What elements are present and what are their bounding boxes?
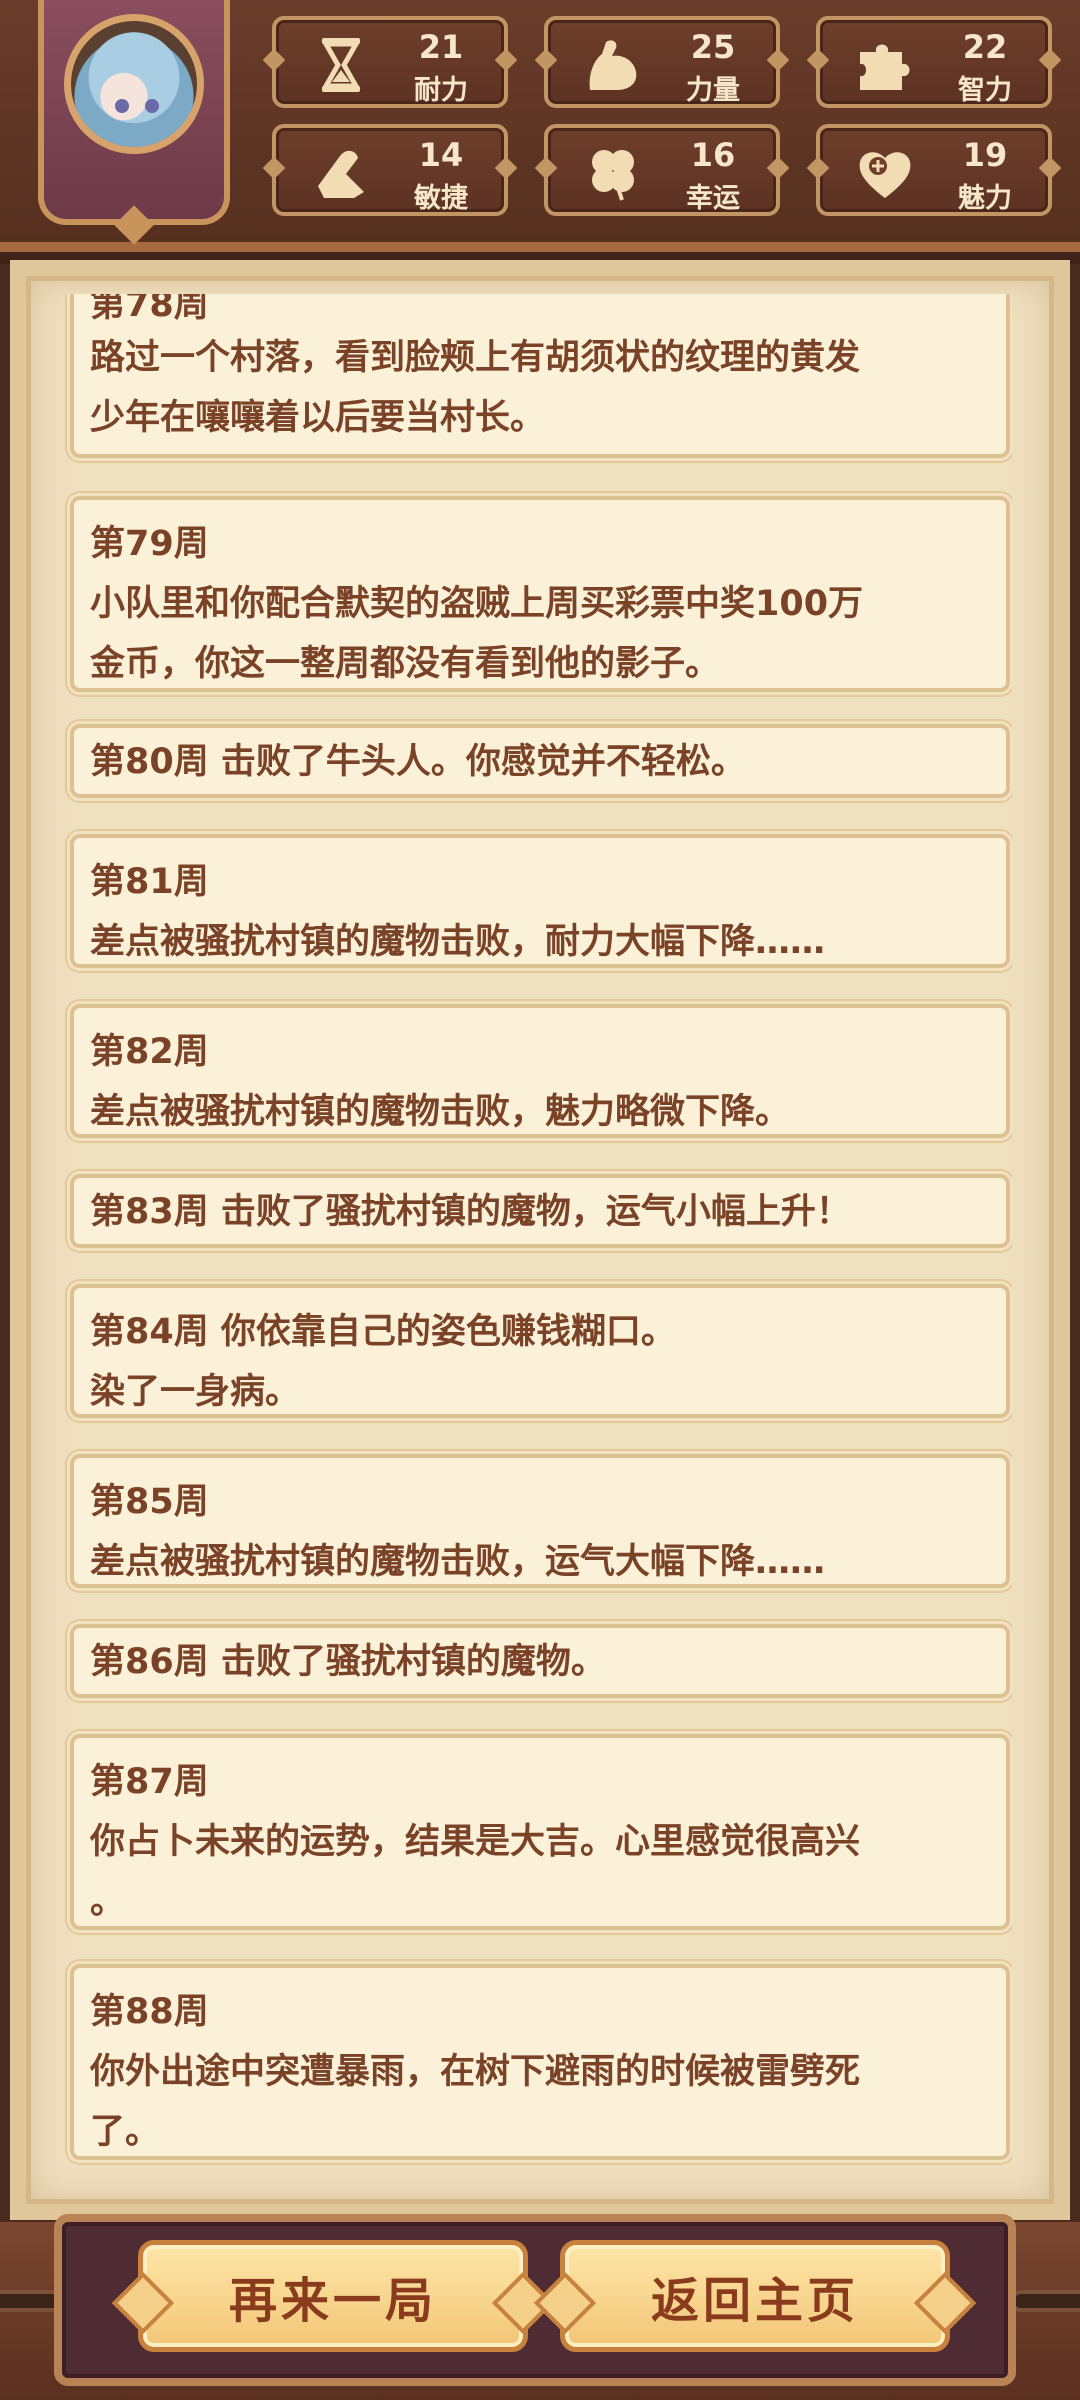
log-line: 差点被骚扰村镇的魔物击败，魅力略微下降。 [90, 1092, 791, 1132]
avatar-frame [38, 0, 230, 225]
rope-ornament-right [1010, 2290, 1080, 2312]
log-entry-week-78: 第78周 路过一个村落，看到脸颊上有胡须状的纹理的黄发 少年在嚷嚷着以后要当村长… [70, 294, 1010, 458]
stat-agility: 14 敏捷 [272, 124, 508, 216]
stat-label: 幸运 [686, 183, 740, 214]
log-line: 第86周 击败了骚扰村镇的魔物。 [90, 1642, 606, 1682]
muscle-arm-icon [589, 40, 637, 90]
play-again-button[interactable]: 再来一局 [138, 2240, 528, 2352]
log-entry-week-87: 第87周 你占卜未来的运势，结果是大吉。心里感觉很高兴 。 [70, 1734, 1010, 1930]
stat-charm: 19 魅力 [816, 124, 1052, 216]
log-line: 了。 [90, 2112, 161, 2152]
puzzle-piece-icon [860, 44, 910, 90]
stat-value: 16 [690, 136, 736, 174]
stat-value: 19 [962, 136, 1008, 174]
stat-strength: 25 力量 [544, 16, 780, 108]
stat-stamina: 21 耐力 [272, 16, 508, 108]
log-line: 差点被骚扰村镇的魔物击败，耐力大幅下降…… [90, 922, 826, 962]
log-entry-week-83: 第83周 击败了骚扰村镇的魔物，运气小幅上升！ [70, 1174, 1010, 1248]
log-line: 金币，你这一整周都没有看到他的影子。 [90, 644, 721, 684]
log-line: 第88周 [90, 1992, 209, 2032]
log-entry-week-86: 第86周 击败了骚扰村镇的魔物。 [70, 1624, 1010, 1698]
log-line: 第81周 [90, 862, 209, 902]
boot-icon [318, 150, 364, 198]
stat-label: 魅力 [958, 183, 1012, 214]
four-leaf-clover-icon [592, 150, 634, 201]
log-line: 少年在嚷嚷着以后要当村长。 [90, 398, 546, 438]
stat-label: 敏捷 [414, 183, 468, 214]
stat-value: 22 [962, 28, 1008, 66]
log-line: 差点被骚扰村镇的魔物击败，运气大幅下降…… [90, 1542, 826, 1582]
log-line: 染了一身病。 [90, 1372, 301, 1412]
log-line: 第78周 [90, 294, 209, 325]
hourglass-icon [321, 38, 361, 92]
log-entry-week-84: 第84周 你依靠自己的姿色赚钱糊口。 染了一身病。 [70, 1284, 1010, 1418]
return-home-button[interactable]: 返回主页 [560, 2240, 950, 2352]
log-line: 。 [90, 1882, 126, 1922]
stat-value: 14 [418, 136, 464, 174]
log-line: 第87周 [90, 1762, 209, 1802]
stat-label: 耐力 [414, 75, 468, 106]
log-entry-week-80: 第80周 击败了牛头人。你感觉并不轻松。 [70, 724, 1010, 798]
stat-value: 21 [418, 28, 464, 66]
log-entry-week-88: 第88周 你外出途中突遭暴雨，在树下避雨的时候被雷劈死 了。 [70, 1964, 1010, 2160]
stat-label: 力量 [686, 75, 740, 106]
log-line: 第84周 你依靠自己的姿色赚钱糊口。 [90, 1312, 676, 1352]
character-avatar [64, 14, 204, 154]
log-entry-week-79: 第79周 小队里和你配合默契的盗贼上周买彩票中奖100万 金币，你这一整周都没有… [70, 496, 1010, 692]
log-line: 你占卜未来的运势，结果是大吉。心里感觉很高兴 [90, 1822, 861, 1862]
stat-label: 智力 [958, 75, 1012, 106]
log-line: 小队里和你配合默契的盗贼上周买彩票中奖100万 [90, 584, 864, 624]
log-line: 你外出途中突遭暴雨，在树下避雨的时候被雷劈死 [90, 2052, 861, 2092]
log-line: 路过一个村落，看到脸颊上有胡须状的纹理的黄发 [90, 338, 861, 378]
stat-value: 25 [690, 28, 736, 66]
event-log-list[interactable]: 第78周 路过一个村落，看到脸颊上有胡须状的纹理的黄发 少年在嚷嚷着以后要当村长… [56, 294, 1012, 2166]
heart-plus-icon [859, 152, 911, 198]
log-entry-week-82: 第82周 差点被骚扰村镇的魔物击败，魅力略微下降。 [70, 1004, 1010, 1138]
log-line: 第80周 击败了牛头人。你感觉并不轻松。 [90, 742, 746, 782]
stat-intelligence: 22 智力 [816, 16, 1052, 108]
log-line: 第79周 [90, 524, 209, 564]
game-result-screen: 21 耐力 25 力量 22 智力 14 敏捷 16 幸运 19 魅力 第78周… [0, 0, 1080, 2400]
log-entry-week-81: 第81周 差点被骚扰村镇的魔物击败，耐力大幅下降…… [70, 834, 1010, 968]
stat-luck: 16 幸运 [544, 124, 780, 216]
log-line: 第83周 击败了骚扰村镇的魔物，运气小幅上升！ [90, 1192, 851, 1232]
log-line: 第82周 [90, 1032, 209, 1072]
log-line: 第85周 [90, 1482, 209, 1522]
log-entry-week-85: 第85周 差点被骚扰村镇的魔物击败，运气大幅下降…… [70, 1454, 1010, 1588]
